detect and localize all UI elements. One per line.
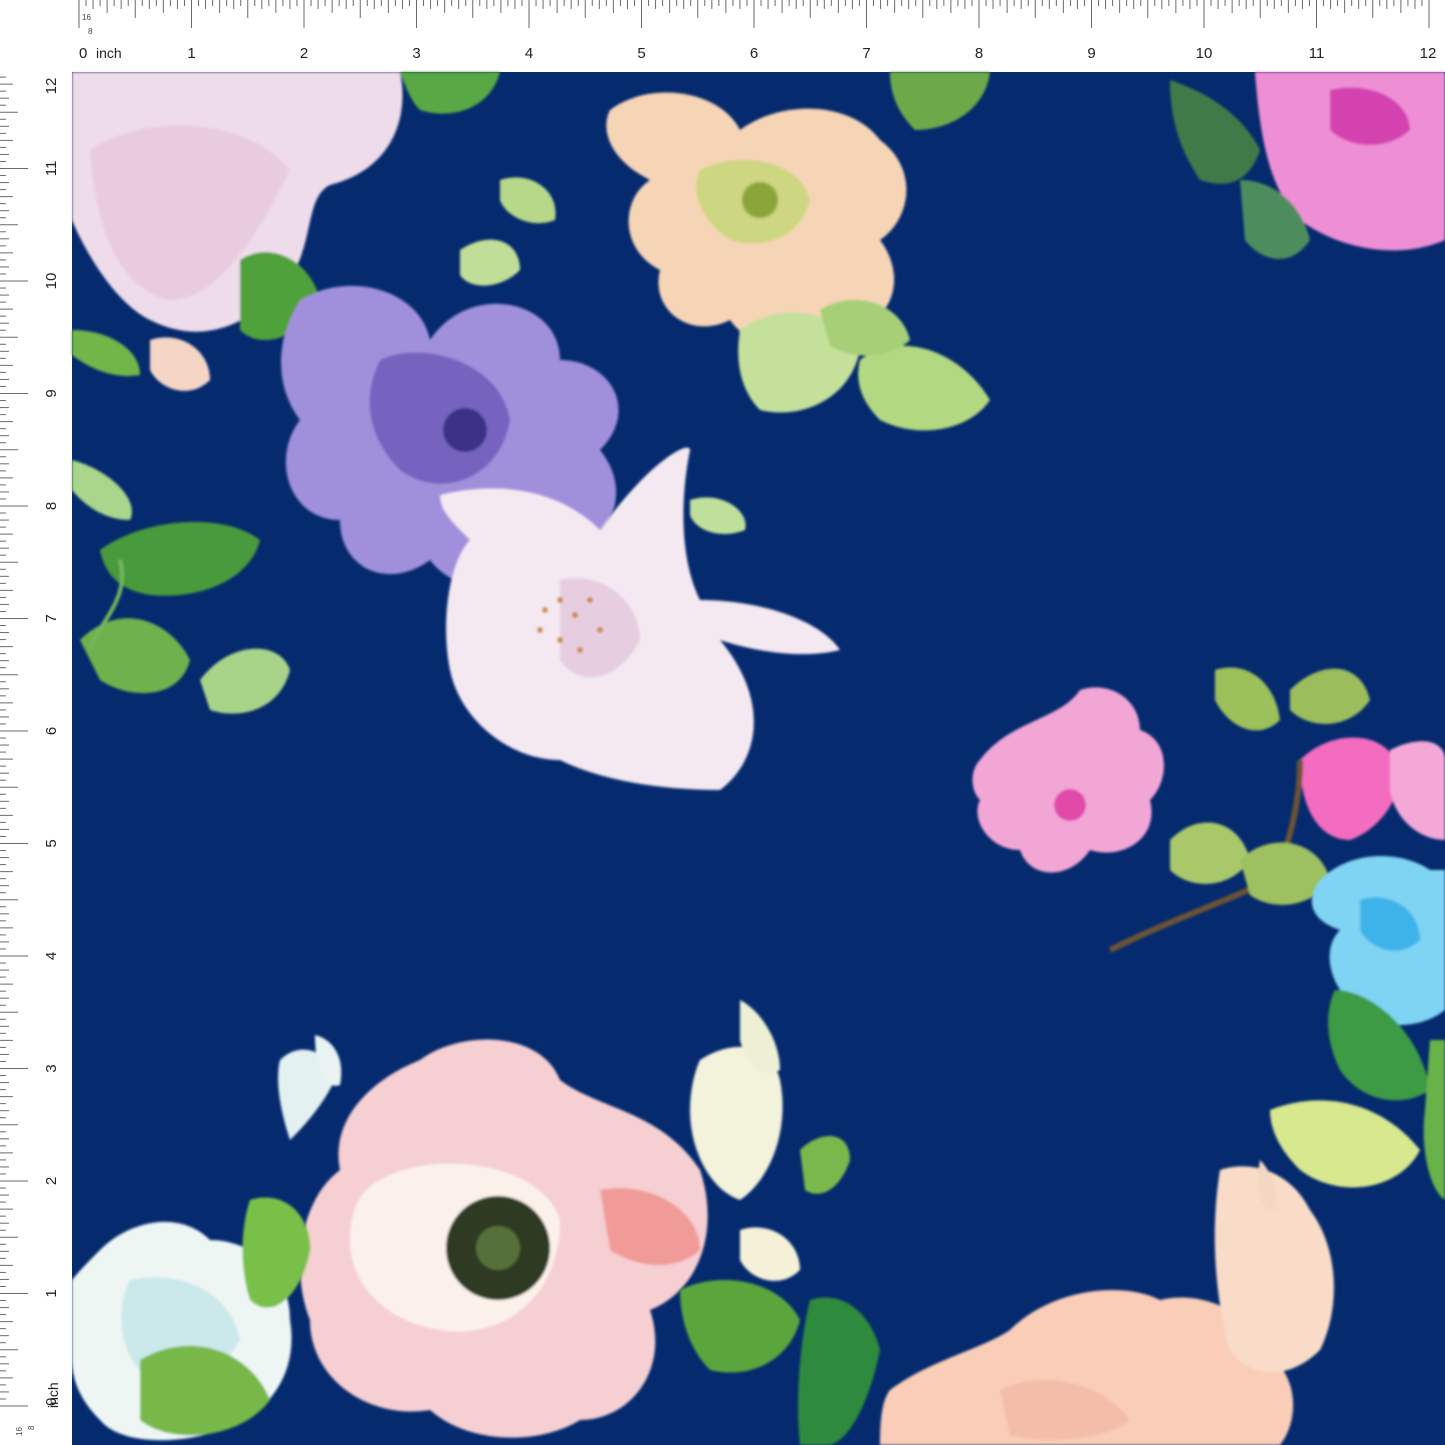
top-ruler-label: 10 [1196, 45, 1213, 62]
left-ruler-label: 12 [43, 78, 60, 95]
top-ruler-label: 0 [79, 45, 87, 62]
top-ruler-fraction-8: 8 [88, 27, 93, 36]
fabric-preview: 0 1 2 3 4 5 6 7 8 9 10 11 12 inch 16 8 0123456789101… [0, 0, 1445, 1445]
top-ruler-label: 6 [750, 45, 758, 62]
top-ruler-label: 12 [1420, 45, 1437, 62]
left-ruler-label: 11 [43, 161, 60, 177]
left-ruler-label: 5 [43, 839, 60, 847]
left-ruler-label: 10 [43, 273, 60, 290]
top-ruler-label: 1 [187, 45, 195, 62]
top-ruler-unit: inch [96, 45, 122, 61]
left-ruler-label: 1 [43, 1289, 60, 1297]
left-ruler-label: 4 [43, 952, 60, 960]
left-ruler-fraction-16: 16 [15, 1427, 24, 1436]
left-ruler-label: 6 [43, 727, 60, 735]
top-ruler-label: 2 [300, 45, 308, 62]
left-ruler-label: 9 [43, 389, 60, 397]
top-ruler: 0 1 2 3 4 5 6 7 8 9 10 11 12 inch 16 8 [0, 0, 1445, 72]
top-ruler-label: 3 [412, 45, 420, 62]
left-ruler-unit: inch [45, 1382, 61, 1408]
left-ruler-label: 8 [43, 502, 60, 510]
top-ruler-label: 11 [1309, 45, 1325, 62]
left-ruler-label: 7 [43, 614, 60, 622]
left-ruler-fraction-8: 8 [27, 1425, 36, 1430]
top-ruler-label: 8 [975, 45, 983, 62]
top-ruler-fraction-16: 16 [82, 13, 91, 22]
top-ruler-label: 5 [637, 45, 645, 62]
left-ruler-label: 3 [43, 1064, 60, 1072]
top-ruler-label: 9 [1087, 45, 1095, 62]
fabric-print [72, 72, 1445, 1445]
top-ruler-label: 4 [525, 45, 533, 62]
left-ruler-label: 2 [43, 1177, 60, 1185]
left-ruler: 0123456789101112 inch 16 8 [0, 72, 72, 1445]
top-ruler-label: 7 [862, 45, 870, 62]
